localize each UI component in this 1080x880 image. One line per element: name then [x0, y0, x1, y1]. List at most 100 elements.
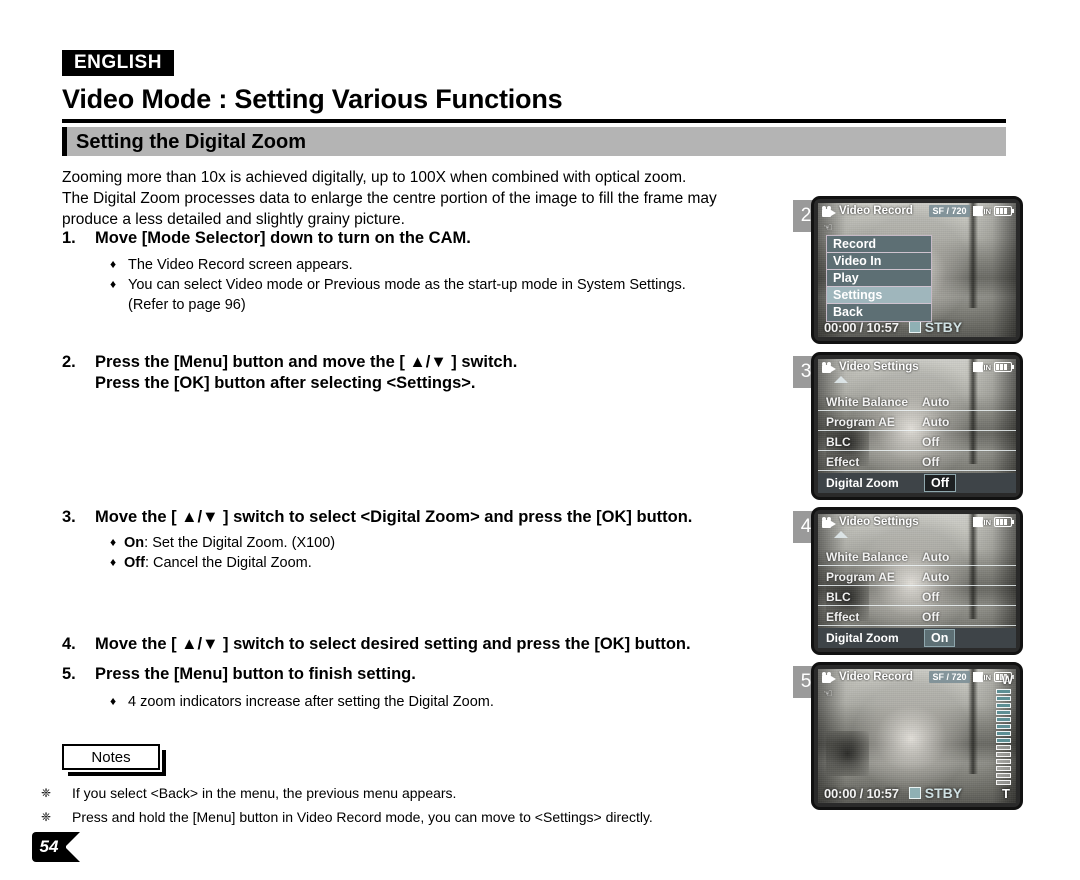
step-1-bullets: The Video Record screen appears. You can… [110, 254, 686, 315]
status-bar-right: IN [972, 362, 1017, 372]
zoom-segment [996, 730, 1011, 737]
step-3-bullets: On: Set the Digital Zoom. (X100) Off: Ca… [110, 532, 335, 573]
zoom-segment [996, 737, 1011, 744]
mode-label: Video Record [839, 671, 913, 683]
setting-value: Off [922, 590, 940, 604]
setting-value: Auto [922, 570, 950, 584]
setting-row-digital-zoom[interactable]: Digital Zoom On [818, 628, 1016, 648]
settings-list[interactable]: White Balance Auto Program AE Auto BLC O… [818, 530, 1016, 648]
camera-screen: Video Settings IN White Balance Auto Pro… [811, 352, 1023, 500]
page-flag-point [65, 832, 80, 862]
setting-value: Auto [922, 550, 950, 564]
bullet-continuation: (Refer to page 96) [128, 297, 246, 313]
setting-value: Off [924, 474, 957, 492]
notes-tab: Notes [62, 744, 166, 776]
intro-line-2: The Digital Zoom processes data to enlar… [62, 190, 717, 207]
step-4-number: 4. [62, 635, 76, 653]
menu-item-settings[interactable]: Settings [827, 287, 931, 304]
standby-square-icon [908, 787, 921, 799]
step-3: 3. Move the [ ▲/▼ ] switch to select <Di… [62, 508, 692, 527]
battery-icon [994, 517, 1014, 527]
setting-row-program-ae[interactable]: Program AE Auto [818, 568, 1016, 586]
setting-label: BLC [826, 435, 851, 449]
setting-row-white-balance[interactable]: White Balance Auto [818, 393, 1016, 411]
standby-label: STBY [924, 785, 963, 801]
setting-row-blc[interactable]: BLC Off [818, 433, 1016, 451]
setting-row-digital-zoom[interactable]: Digital Zoom Off [818, 473, 1016, 493]
setting-row-white-balance[interactable]: White Balance Auto [818, 548, 1016, 566]
zoom-segment [996, 702, 1011, 709]
menu-item-play[interactable]: Play [827, 270, 931, 287]
settings-list[interactable]: White Balance Auto Program AE Auto BLC O… [818, 375, 1016, 493]
lcd-display: Video Record SF / 720 IN ☜ Record Video … [818, 203, 1016, 337]
row-divider [818, 410, 1016, 411]
step-5: 5. Press the [Menu] button to finish set… [62, 665, 416, 684]
scroll-up-arrow-icon[interactable] [834, 531, 848, 538]
memory-in-icon: IN [972, 362, 991, 372]
note-item: If you select <Back> in the menu, the pr… [38, 781, 653, 805]
intro-line-3: produce a less detailed and slightly gra… [62, 211, 405, 228]
intro-line-1: Zooming more than 10x is achieved digita… [62, 169, 687, 186]
setting-row-program-ae[interactable]: Program AE Auto [818, 413, 1016, 431]
bullet-desc: : Cancel the Digital Zoom. [144, 555, 312, 571]
standby-indicator: STBY [908, 785, 963, 801]
zoom-tele-label: T [1002, 786, 1010, 801]
setting-value: Off [922, 435, 940, 449]
row-divider [818, 565, 1016, 566]
hand-shake-icon: ☜ [823, 222, 833, 234]
lcd-display: Video Settings IN White Balance Auto Pro… [818, 359, 1016, 493]
setting-label: Effect [826, 610, 860, 624]
bullet: You can select Video mode or Previous mo… [110, 274, 686, 295]
page-number: 54 [39, 837, 59, 856]
section-title: Setting the Digital Zoom [76, 131, 306, 153]
setting-row-effect[interactable]: Effect Off [818, 453, 1016, 471]
step-5-text: Press the [Menu] button to finish settin… [95, 665, 416, 683]
setting-label: Program AE [826, 415, 895, 429]
notes-list: If you select <Back> in the menu, the pr… [38, 781, 653, 829]
setting-label: Digital Zoom [826, 476, 899, 490]
setting-label: Digital Zoom [826, 631, 899, 645]
zoom-segment [996, 772, 1011, 779]
setting-label: Effect [826, 455, 860, 469]
menu-item-video-in[interactable]: Video In [827, 253, 931, 270]
setting-value: Auto [922, 395, 950, 409]
video-camera-icon [822, 205, 836, 217]
section-header-bar: Setting the Digital Zoom [62, 127, 1006, 156]
setting-label: BLC [826, 590, 851, 604]
lcd-display: Video Settings IN White Balance Auto Pro… [818, 514, 1016, 648]
setting-row-blc[interactable]: BLC Off [818, 588, 1016, 606]
video-camera-icon [822, 516, 836, 528]
menu-item-back[interactable]: Back [827, 304, 931, 321]
language-badge: ENGLISH [62, 50, 174, 76]
scroll-up-arrow-icon[interactable] [834, 376, 848, 383]
menu-item-record[interactable]: Record [827, 236, 931, 253]
setting-label: Program AE [826, 570, 895, 584]
popup-menu[interactable]: Record Video In Play Settings Back [826, 235, 932, 322]
zoom-wide-label: W [1001, 673, 1013, 687]
memory-in-icon: IN [972, 672, 991, 682]
section-accent [62, 127, 67, 156]
status-bar: Video Settings IN [818, 359, 1016, 375]
step-5-bullets: 4 zoom indicators increase after setting… [110, 691, 494, 712]
bullet: Off: Cancel the Digital Zoom. [110, 552, 335, 573]
status-bar-right: IN [972, 517, 1017, 527]
camera-screen: Video Record SF / 720 IN ☜ Record Video … [811, 196, 1023, 344]
quality-chip: SF / 720 [929, 205, 970, 217]
step-4-text: Move the [ ▲/▼ ] switch to select desire… [95, 635, 691, 653]
mode-label: Video Record [839, 205, 913, 217]
step-3-number: 3. [62, 508, 76, 526]
zoom-indicator[interactable] [996, 689, 1011, 786]
memory-in-icon: IN [972, 206, 991, 216]
setting-row-effect[interactable]: Effect Off [818, 608, 1016, 626]
setting-label: White Balance [826, 550, 909, 564]
zoom-segment [996, 765, 1011, 772]
quality-chip: SF / 720 [929, 671, 970, 683]
hand-shake-icon: ☜ [823, 688, 833, 700]
zoom-segment [996, 723, 1011, 730]
setting-value: Auto [922, 415, 950, 429]
step-2: 2. Press the [Menu] button and move the … [62, 353, 517, 393]
note-item: Press and hold the [Menu] button in Vide… [38, 805, 653, 829]
mode-label: Video Settings [839, 516, 919, 528]
step-4: 4. Move the [ ▲/▼ ] switch to select des… [62, 635, 691, 654]
setting-value: Off [922, 610, 940, 624]
